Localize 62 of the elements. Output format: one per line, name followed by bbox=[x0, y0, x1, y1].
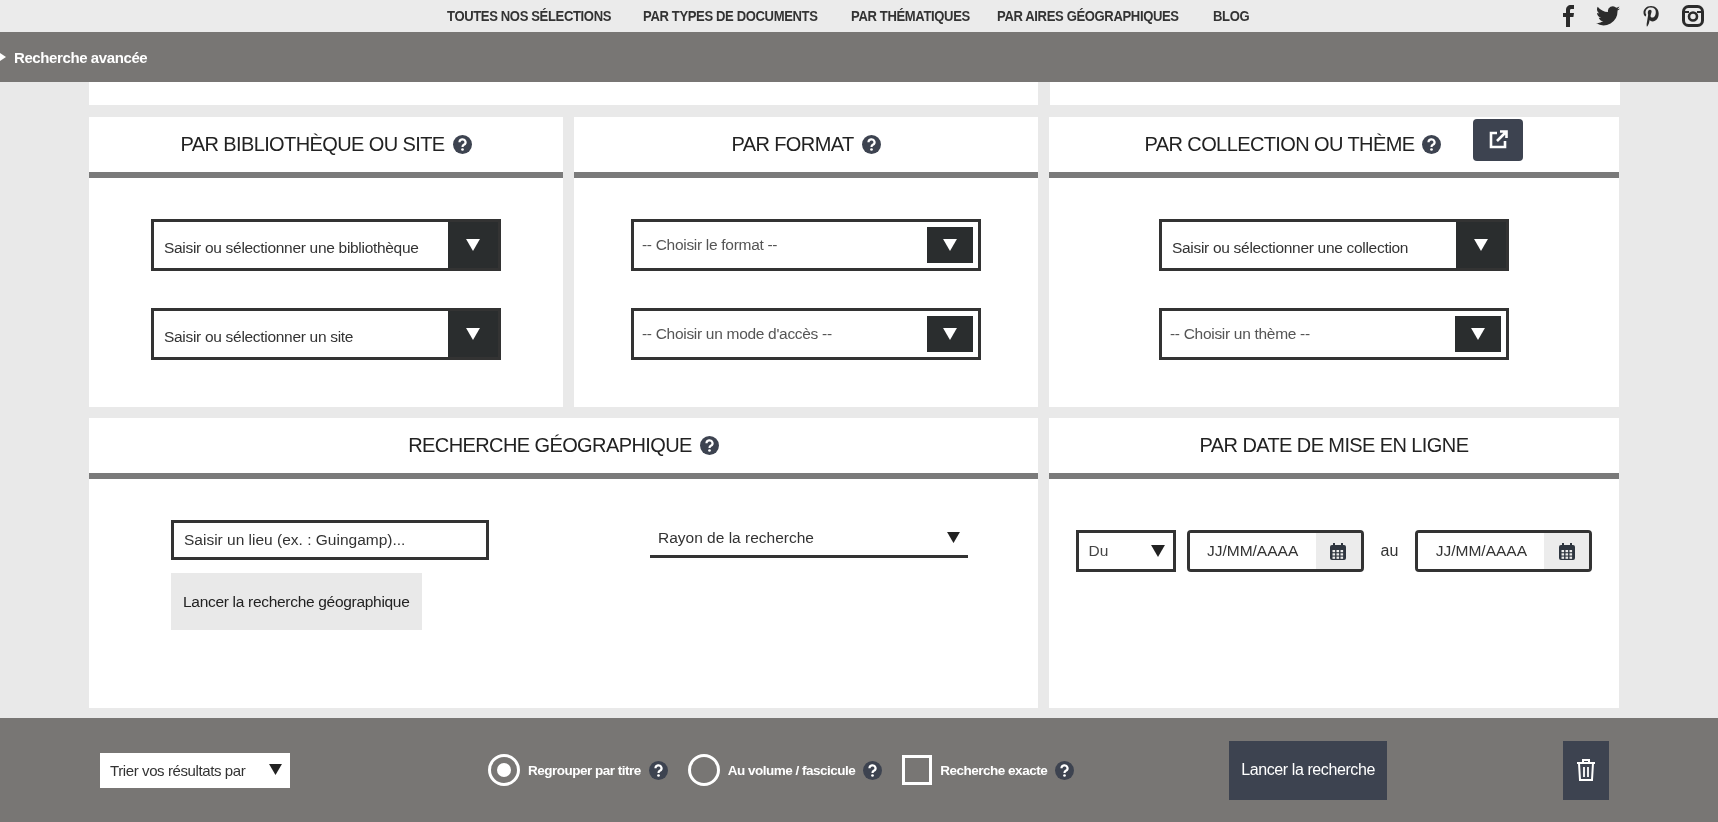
radio-button[interactable] bbox=[488, 754, 520, 786]
place-field[interactable]: Saisir un lieu (ex. : Guingamp)... bbox=[171, 520, 489, 560]
caret-icon bbox=[269, 764, 282, 776]
date-separator: au bbox=[1380, 542, 1399, 560]
sort-select[interactable]: Trier vos résultats par bbox=[100, 752, 290, 788]
radius-select[interactable]: Rayon de la recherche bbox=[650, 520, 968, 558]
caret-icon bbox=[1150, 545, 1165, 557]
search-button[interactable]: Lancer la recherche bbox=[1229, 740, 1387, 800]
card-title: PAR FORMAT bbox=[731, 133, 854, 156]
help-icon[interactable] bbox=[863, 760, 883, 780]
date-field[interactable]: JJ/MM/AAAA bbox=[1415, 530, 1593, 572]
nav-link[interactable]: BLOG bbox=[1213, 8, 1250, 24]
external-link-button[interactable] bbox=[1473, 118, 1524, 161]
select-box[interactable]: -- Choisir un thème -- bbox=[1159, 308, 1509, 360]
triangle-icon[interactable] bbox=[0, 53, 6, 61]
help-icon[interactable] bbox=[452, 135, 472, 154]
help-icon[interactable] bbox=[1055, 760, 1075, 780]
nav-link[interactable]: PAR AIRES GÉOGRAPHIQUES bbox=[997, 8, 1179, 24]
caret-icon bbox=[466, 328, 480, 340]
select-box[interactable]: -- Choisir un mode d'accès -- bbox=[631, 308, 981, 360]
option-label[interactable]: Recherche exacte bbox=[940, 762, 1048, 778]
combo-box[interactable]: Saisir ou sélectionner une collection bbox=[1159, 219, 1509, 271]
twitter-icon[interactable] bbox=[1596, 6, 1620, 26]
combo-input[interactable]: Saisir ou sélectionner une bibliothèque bbox=[154, 222, 448, 268]
help-icon[interactable] bbox=[699, 436, 719, 455]
date-mode-select[interactable]: Du bbox=[1075, 530, 1176, 572]
pinterest-icon[interactable] bbox=[1642, 5, 1660, 27]
delete-button[interactable] bbox=[1563, 740, 1609, 800]
combo-box[interactable]: Saisir ou sélectionner un site bbox=[151, 308, 501, 360]
help-icon[interactable] bbox=[648, 760, 668, 780]
combo-input[interactable]: Saisir ou sélectionner un site bbox=[154, 311, 448, 357]
option-label[interactable]: Au volume / fascicule bbox=[727, 762, 856, 778]
facebook-icon[interactable] bbox=[1563, 5, 1574, 27]
calendar-icon[interactable] bbox=[1330, 542, 1347, 560]
help-icon[interactable] bbox=[1422, 135, 1442, 154]
instagram-icon[interactable] bbox=[1682, 5, 1704, 27]
trash-icon bbox=[1576, 758, 1596, 782]
checkbox[interactable] bbox=[902, 755, 933, 785]
help-icon[interactable] bbox=[861, 135, 881, 154]
combo-input[interactable]: Saisir ou sélectionner une collection bbox=[1162, 222, 1456, 268]
geo-search-button[interactable]: Lancer la recherche géographique bbox=[171, 573, 422, 630]
caret-icon bbox=[943, 328, 957, 340]
external-link-icon bbox=[1488, 129, 1509, 150]
card-title: PAR BIBLIOTHÈQUE OU SITE bbox=[180, 133, 445, 156]
nav-link[interactable]: PAR THÉMATIQUES bbox=[851, 8, 971, 24]
caret-icon bbox=[1474, 239, 1488, 251]
combo-box[interactable]: Saisir ou sélectionner une bibliothèque bbox=[151, 219, 501, 271]
card-title: PAR COLLECTION OU THÈME bbox=[1144, 133, 1415, 156]
radio-button[interactable] bbox=[687, 754, 720, 786]
nav-link[interactable]: TOUTES NOS SÉLECTIONS bbox=[447, 8, 612, 24]
card-title: RECHERCHE GÉOGRAPHIQUE bbox=[408, 434, 692, 457]
caret-icon bbox=[1471, 328, 1485, 340]
caret-icon bbox=[466, 239, 480, 251]
card-title: PAR DATE DE MISE EN LIGNE bbox=[1199, 434, 1469, 457]
select-box[interactable]: -- Choisir le format -- bbox=[631, 219, 981, 271]
date-field[interactable]: JJ/MM/AAAA bbox=[1186, 530, 1364, 572]
section-title[interactable]: Recherche avancée bbox=[14, 48, 148, 66]
option-label[interactable]: Regrouper par titre bbox=[528, 762, 641, 778]
caret-icon bbox=[947, 531, 960, 543]
caret-icon bbox=[943, 239, 957, 251]
nav-link[interactable]: PAR TYPES DE DOCUMENTS bbox=[643, 8, 818, 24]
calendar-icon[interactable] bbox=[1558, 542, 1575, 560]
